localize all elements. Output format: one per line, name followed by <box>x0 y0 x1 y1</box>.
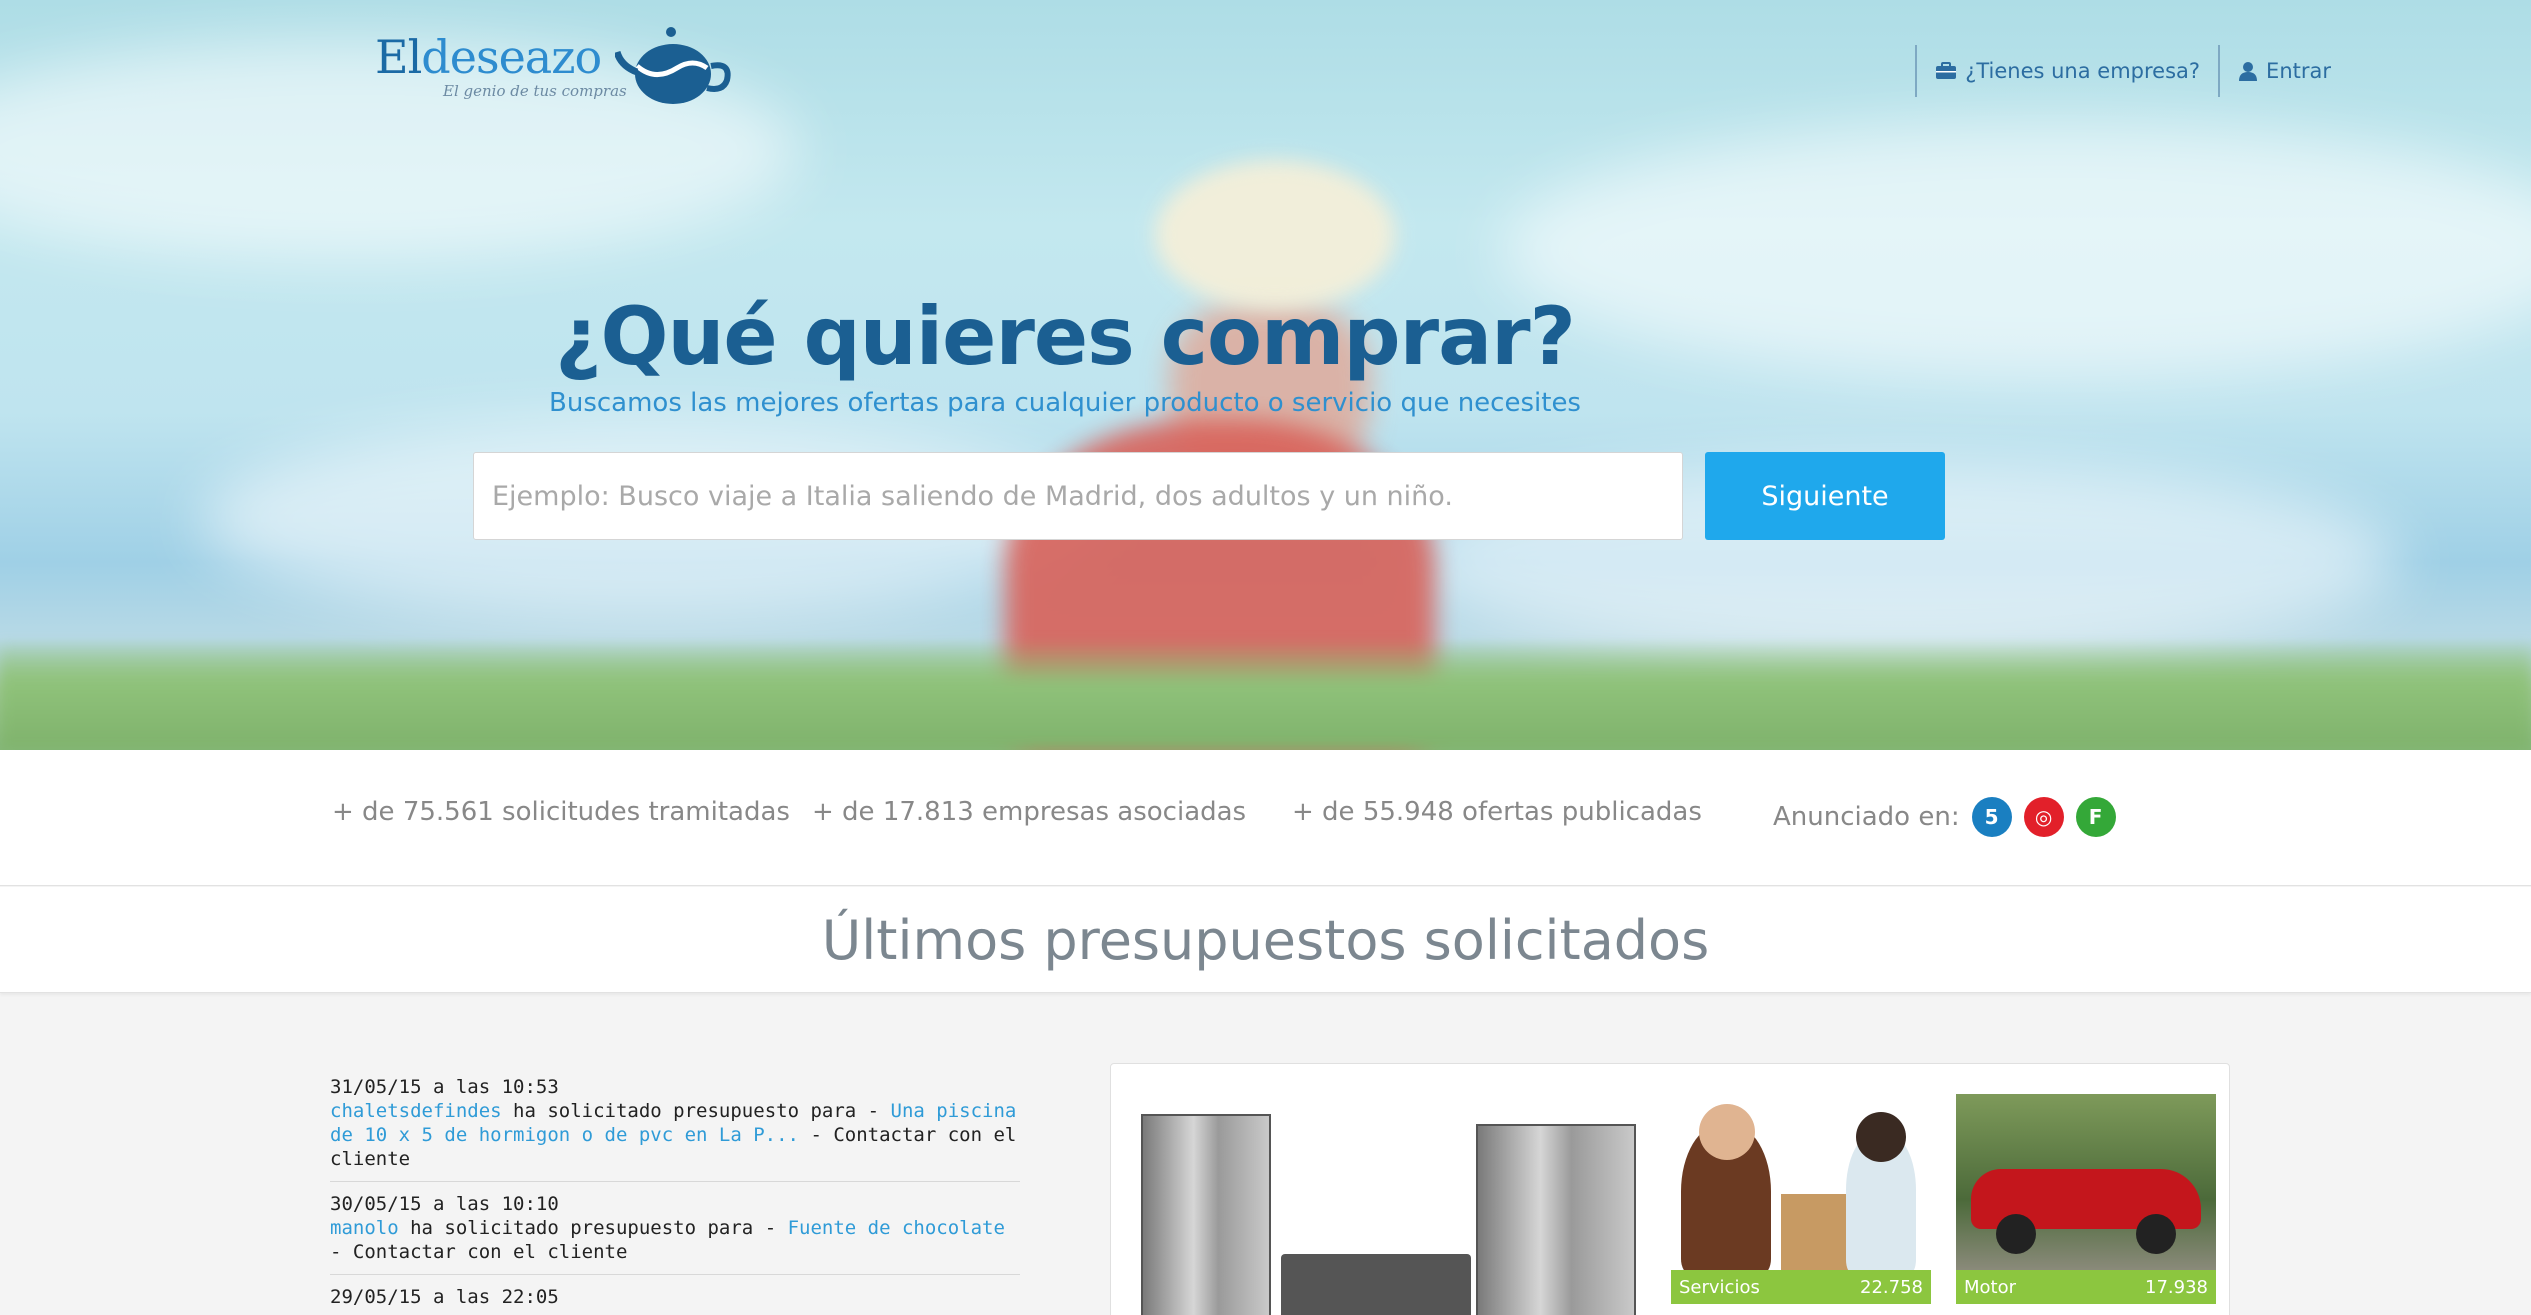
announced-in: Anunciado en: 5 ◎ F <box>1773 797 2116 837</box>
stat-offers: + de 55.948 ofertas publicadas <box>1292 797 1702 827</box>
background-grass <box>0 640 2531 750</box>
category-tile-servicios[interactable]: Servicios 22.758 <box>1671 1094 1931 1304</box>
fridge-shape <box>1141 1114 1271 1315</box>
motor-image <box>1956 1094 2216 1270</box>
request-date: 29/05/15 a las 22:05 <box>330 1286 559 1308</box>
customer-head <box>1856 1112 1906 1162</box>
section-header: Últimos presupuestos solicitados <box>0 887 2531 993</box>
category-name: Servicios <box>1679 1276 1760 1298</box>
teapot-icon <box>615 27 731 104</box>
request-user-link[interactable]: manolo <box>330 1217 399 1239</box>
category-label: Motor 17.938 <box>1956 1270 2216 1304</box>
background-hat <box>1155 160 1395 310</box>
car-wheel <box>1996 1214 2036 1254</box>
category-count: 17.938 <box>2145 1276 2208 1298</box>
fridge-shape <box>1476 1124 1636 1315</box>
car-wheel <box>2136 1214 2176 1254</box>
brand-name-dark: El <box>375 30 422 84</box>
package-shape <box>1781 1194 1851 1270</box>
factoria-icon[interactable]: F <box>2075 797 2116 837</box>
category-name: Motor <box>1964 1276 2017 1298</box>
request-verb: ha solicitado presupuesto para - <box>398 1217 788 1239</box>
business-link-label: ¿Tienes una empresa? <box>1965 59 2201 83</box>
business-link[interactable]: ¿Tienes una empresa? <box>1935 59 2200 83</box>
brand-name: Eldeseazo <box>375 30 602 84</box>
hero-subtitle: Buscamos las mejores ofertas para cualqu… <box>549 388 1581 418</box>
courier-head <box>1699 1104 1755 1160</box>
request-user-link[interactable]: chaletsdefindes <box>330 1100 502 1122</box>
announced-label: Anunciado en: <box>1773 802 1960 832</box>
servicios-image <box>1671 1094 1931 1274</box>
nav-divider <box>2218 45 2221 97</box>
search-input[interactable] <box>473 452 1683 540</box>
request-verb: ha solicitado presupuesto para - <box>501 1100 891 1122</box>
category-count: 22.758 <box>1860 1276 1923 1298</box>
login-link-label: Entrar <box>2266 59 2331 83</box>
cuatro-icon[interactable]: ◎ <box>2023 797 2064 837</box>
stats-bar: + de 75.561 solicitudes tramitadas + de … <box>0 750 2531 886</box>
telecinco-icon[interactable]: 5 <box>1971 797 2012 837</box>
brand-logo[interactable]: Eldeseazo El genio de tus compras <box>375 22 735 112</box>
nav-divider <box>1915 45 1918 97</box>
requests-list: 31/05/15 a las 10:53 chaletsdefindes ha … <box>330 1075 1020 1315</box>
list-item: 30/05/15 a las 10:10 manolo ha solicitad… <box>330 1192 1020 1275</box>
category-tile-motor[interactable]: Motor 17.938 <box>1956 1094 2216 1304</box>
stove-shape <box>1281 1254 1471 1315</box>
brand-tagline: El genio de tus compras <box>443 82 627 100</box>
login-link[interactable]: Entrar <box>2238 59 2331 83</box>
appliances-image[interactable] <box>1141 1114 1641 1315</box>
categories-card: Servicios 22.758 Motor 17.938 <box>1110 1063 2230 1315</box>
user-icon <box>2239 62 2258 81</box>
category-label: Servicios 22.758 <box>1671 1270 1931 1304</box>
section-title: Últimos presupuestos solicitados <box>821 909 1710 972</box>
brand-name-light: deseazo <box>421 30 602 84</box>
hero-banner: Eldeseazo El genio de tus compras ¿Tiene… <box>0 0 2531 750</box>
list-item: 29/05/15 a las 22:05 <box>330 1285 1020 1315</box>
stat-companies: + de 17.813 empresas asociadas <box>812 797 1247 827</box>
list-item: 31/05/15 a las 10:53 chaletsdefindes ha … <box>330 1075 1020 1182</box>
hero-title: ¿Qué quieres comprar? <box>555 290 1576 383</box>
request-item-link[interactable]: Fuente de chocolate <box>788 1217 1005 1239</box>
request-date: 30/05/15 a las 10:10 <box>330 1193 559 1215</box>
top-navigation: ¿Tienes una empresa? Entrar <box>1897 45 2331 97</box>
request-contact[interactable]: - Contactar con el cliente <box>330 1241 627 1263</box>
request-date: 31/05/15 a las 10:53 <box>330 1076 559 1098</box>
next-button[interactable]: Siguiente <box>1705 452 1945 540</box>
stat-requests: + de 75.561 solicitudes tramitadas <box>332 797 790 827</box>
briefcase-icon <box>1936 62 1957 79</box>
